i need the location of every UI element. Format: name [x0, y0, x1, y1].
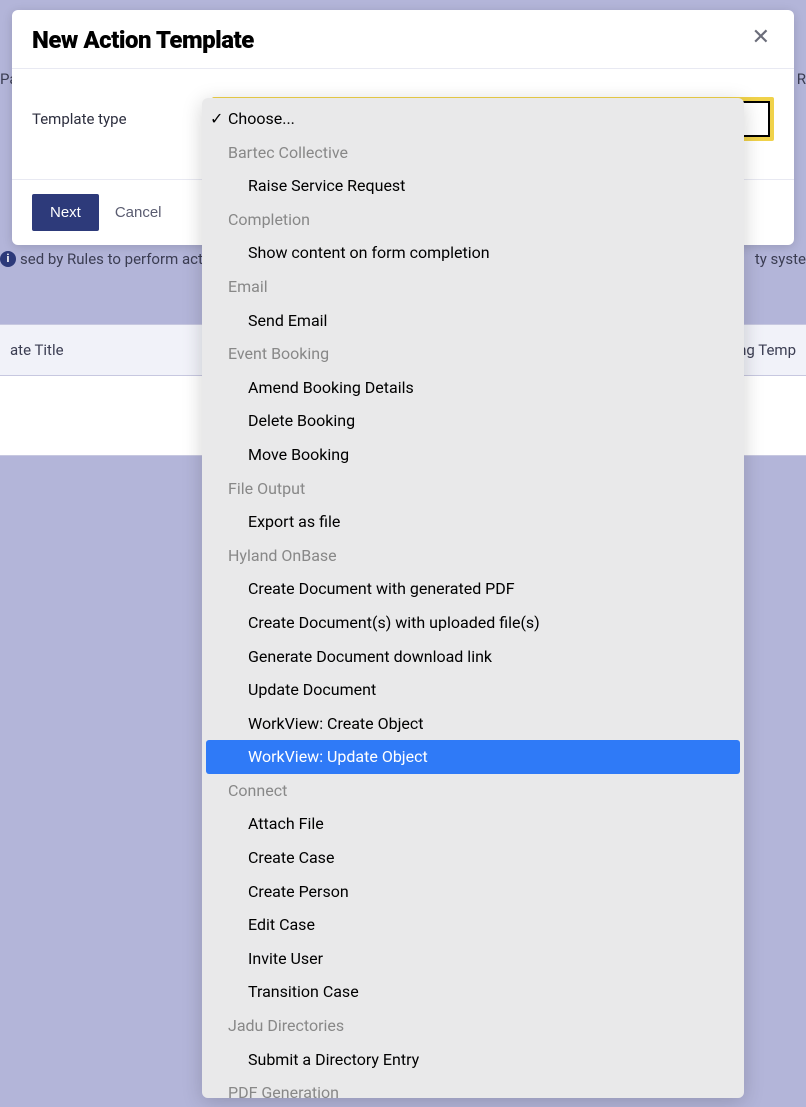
dropdown-group-label: Event Booking	[202, 337, 744, 371]
bg-info-text: sed by Rules to perform actio	[20, 250, 215, 268]
dropdown-group-label: Completion	[202, 203, 744, 237]
dropdown-group-label: Email	[202, 270, 744, 304]
dropdown-option[interactable]: Update Document	[206, 673, 740, 707]
bg-right-info-text: ty syste	[755, 250, 806, 268]
dropdown-group-label: Connect	[202, 774, 744, 808]
bg-col-left: ate Title	[10, 341, 64, 359]
bg-col-right: ng Temp	[738, 341, 796, 359]
dropdown-option[interactable]: Generate Document download link	[206, 640, 740, 674]
dropdown-option[interactable]: Move Booking	[206, 438, 740, 472]
dropdown-group-label: Hyland OnBase	[202, 539, 744, 573]
dropdown-option[interactable]: WorkView: Create Object	[206, 707, 740, 741]
close-button[interactable]: ✕	[748, 26, 774, 48]
dropdown-option[interactable]: Attach File	[206, 807, 740, 841]
dropdown-option[interactable]: Send Email	[206, 304, 740, 338]
next-button[interactable]: Next	[32, 194, 99, 231]
dropdown-option[interactable]: Export as file	[206, 505, 740, 539]
dropdown-option[interactable]: Create Document with generated PDF	[206, 572, 740, 606]
close-icon: ✕	[752, 24, 770, 49]
template-type-dropdown[interactable]: Choose...Bartec CollectiveRaise Service …	[202, 98, 744, 1098]
dropdown-option[interactable]: Delete Booking	[206, 404, 740, 438]
cancel-button[interactable]: Cancel	[111, 194, 166, 231]
dropdown-option[interactable]: Create Document(s) with uploaded file(s)	[206, 606, 740, 640]
dropdown-option[interactable]: Amend Booking Details	[206, 371, 740, 405]
dropdown-option[interactable]: Create Case	[206, 841, 740, 875]
dropdown-group-label: PDF Generation	[202, 1076, 744, 1098]
modal-header: New Action Template ✕	[12, 10, 794, 69]
dropdown-group-label: File Output	[202, 472, 744, 506]
dropdown-option[interactable]: Submit a Directory Entry	[206, 1043, 740, 1077]
dropdown-option[interactable]: Invite User	[206, 942, 740, 976]
dropdown-option[interactable]: Raise Service Request	[206, 169, 740, 203]
dropdown-group-label: Bartec Collective	[202, 136, 744, 170]
dropdown-option[interactable]: Transition Case	[206, 975, 740, 1009]
dropdown-option[interactable]: Create Person	[206, 875, 740, 909]
dropdown-option[interactable]: WorkView: Update Object	[206, 740, 740, 774]
dropdown-group-label: Jadu Directories	[202, 1009, 744, 1043]
dropdown-option[interactable]: Show content on form completion	[206, 236, 740, 270]
info-icon: i	[0, 251, 16, 267]
dropdown-option[interactable]: Edit Case	[206, 908, 740, 942]
template-type-label: Template type	[32, 110, 212, 128]
bg-right-text: R	[797, 70, 806, 88]
modal-title: New Action Template	[32, 26, 254, 54]
dropdown-placeholder[interactable]: Choose...	[202, 102, 744, 136]
